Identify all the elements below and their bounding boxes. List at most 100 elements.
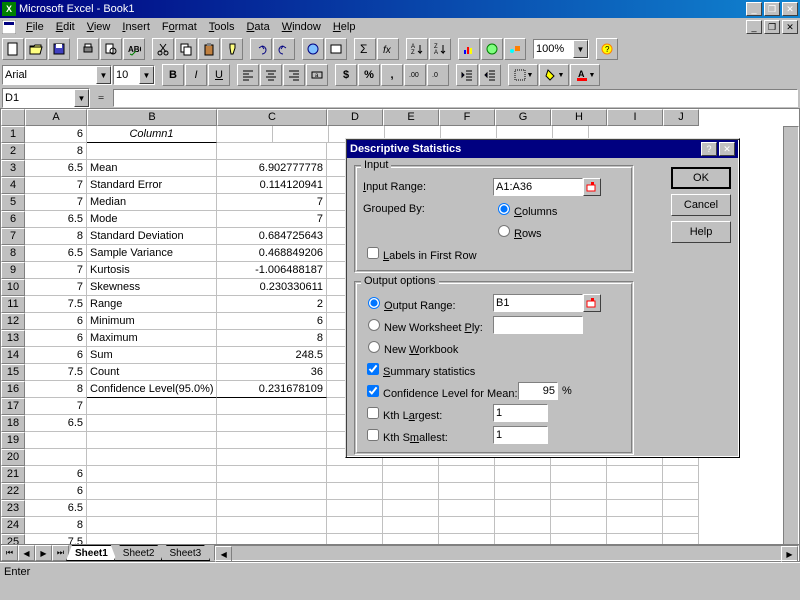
row-header[interactable]: 4 xyxy=(1,177,25,194)
cell[interactable]: 6.902777778 xyxy=(217,160,327,177)
sort-desc-button[interactable]: ZA xyxy=(429,38,451,60)
column-header-B[interactable]: B xyxy=(87,109,217,126)
cell[interactable]: 0.468849206 xyxy=(217,245,327,262)
percent-button[interactable]: % xyxy=(358,64,380,86)
format-painter-button[interactable] xyxy=(221,38,243,60)
row-header[interactable]: 24 xyxy=(1,517,25,534)
autosum-button[interactable]: Σ xyxy=(354,38,376,60)
cell[interactable] xyxy=(327,517,383,534)
cell[interactable] xyxy=(551,500,607,517)
dialog-titlebar[interactable]: Descriptive Statistics ? ✕ xyxy=(347,140,738,158)
row-header[interactable]: 23 xyxy=(1,500,25,517)
cell[interactable]: 7 xyxy=(25,262,87,279)
cell[interactable]: Sum xyxy=(87,347,217,364)
cell[interactable]: 36 xyxy=(217,364,327,381)
cell[interactable]: Maximum xyxy=(87,330,217,347)
cell[interactable] xyxy=(495,517,551,534)
cell[interactable] xyxy=(551,483,607,500)
cell[interactable] xyxy=(663,466,699,483)
cell[interactable]: 0.114120941 xyxy=(217,177,327,194)
cell[interactable] xyxy=(607,483,663,500)
menu-window[interactable]: Window xyxy=(276,20,327,34)
cell[interactable] xyxy=(87,517,217,534)
kth-largest-field[interactable] xyxy=(493,404,548,422)
mdi-minimize-button[interactable]: _ xyxy=(746,20,762,34)
cell[interactable]: Confidence Level(95.0%) xyxy=(87,381,217,398)
font-color-button[interactable]: A▼ xyxy=(570,64,600,86)
align-center-button[interactable] xyxy=(260,64,282,86)
cell[interactable] xyxy=(607,500,663,517)
cell[interactable] xyxy=(439,466,495,483)
cell[interactable]: 7 xyxy=(217,194,327,211)
cell[interactable]: 0.684725643 xyxy=(217,228,327,245)
cell[interactable]: 6.5 xyxy=(25,245,87,262)
cell[interactable] xyxy=(217,449,327,466)
cell[interactable] xyxy=(25,449,87,466)
kth-largest-checkbox[interactable]: Kth Largest: xyxy=(363,404,493,422)
tab-first-button[interactable]: ⏮ xyxy=(1,545,18,561)
cell[interactable]: Kurtosis xyxy=(87,262,217,279)
cell[interactable]: Standard Error xyxy=(87,177,217,194)
tab-next-button[interactable]: ▶ xyxy=(35,545,52,561)
merge-center-button[interactable]: a xyxy=(306,64,328,86)
row-header[interactable]: 13 xyxy=(1,330,25,347)
cell[interactable]: 6 xyxy=(217,313,327,330)
web-toolbar-button[interactable] xyxy=(325,38,347,60)
cell[interactable]: 6.5 xyxy=(25,160,87,177)
new-ply-radio[interactable]: New Worksheet Ply: xyxy=(363,316,493,334)
menu-edit[interactable]: Edit xyxy=(50,20,81,34)
cell[interactable]: Range xyxy=(87,296,217,313)
input-range-field[interactable] xyxy=(493,178,583,196)
column-header-C[interactable]: C xyxy=(217,109,327,126)
cell[interactable] xyxy=(87,500,217,517)
input-range-refedit-icon[interactable] xyxy=(583,178,601,196)
new-ply-field[interactable] xyxy=(493,316,583,334)
confidence-checkbox[interactable]: Confidence Level for Mean: xyxy=(363,382,518,400)
cell[interactable] xyxy=(663,517,699,534)
office-assistant-button[interactable]: ? xyxy=(596,38,618,60)
cell[interactable] xyxy=(217,483,327,500)
drawing-button[interactable] xyxy=(504,38,526,60)
chart-wizard-button[interactable] xyxy=(458,38,480,60)
cell[interactable]: 6 xyxy=(25,330,87,347)
column-header-H[interactable]: H xyxy=(551,109,607,126)
copy-button[interactable] xyxy=(175,38,197,60)
cell[interactable]: 8 xyxy=(217,330,327,347)
row-header[interactable]: 15 xyxy=(1,364,25,381)
cell[interactable]: 0.231678109 xyxy=(217,381,327,398)
increase-indent-button[interactable] xyxy=(479,64,501,86)
cell[interactable]: 7.5 xyxy=(25,296,87,313)
cell[interactable]: 2 xyxy=(217,296,327,313)
kth-smallest-checkbox[interactable]: Kth Smallest: xyxy=(363,426,493,444)
row-header[interactable]: 9 xyxy=(1,262,25,279)
increase-decimal-button[interactable]: .00 xyxy=(404,64,426,86)
cell[interactable] xyxy=(383,466,439,483)
cell[interactable] xyxy=(439,500,495,517)
cell[interactable] xyxy=(439,517,495,534)
sheet-tab-sheet2[interactable]: Sheet2 xyxy=(114,545,164,561)
menu-tools[interactable]: Tools xyxy=(203,20,241,34)
column-header-E[interactable]: E xyxy=(383,109,439,126)
cell[interactable] xyxy=(217,500,327,517)
row-header[interactable]: 11 xyxy=(1,296,25,313)
row-header[interactable]: 10 xyxy=(1,279,25,296)
cell[interactable] xyxy=(217,432,327,449)
row-header[interactable]: 14 xyxy=(1,347,25,364)
menu-view[interactable]: View xyxy=(81,20,117,34)
cell[interactable] xyxy=(607,466,663,483)
cell[interactable] xyxy=(607,517,663,534)
redo-button[interactable] xyxy=(273,38,295,60)
comma-button[interactable]: , xyxy=(381,64,403,86)
align-left-button[interactable] xyxy=(237,64,259,86)
cell[interactable]: 8 xyxy=(25,143,87,160)
menu-format[interactable]: Format xyxy=(156,20,203,34)
bold-button[interactable]: B xyxy=(162,64,184,86)
horizontal-scrollbar[interactable]: ◀ ▶ xyxy=(214,545,799,561)
cancel-button[interactable]: Cancel xyxy=(671,194,731,216)
cell[interactable]: 7 xyxy=(25,177,87,194)
row-header[interactable]: 2 xyxy=(1,143,25,160)
cell[interactable] xyxy=(87,466,217,483)
maximize-button[interactable]: ❐ xyxy=(764,2,780,16)
cell[interactable] xyxy=(383,483,439,500)
italic-button[interactable]: I xyxy=(185,64,207,86)
